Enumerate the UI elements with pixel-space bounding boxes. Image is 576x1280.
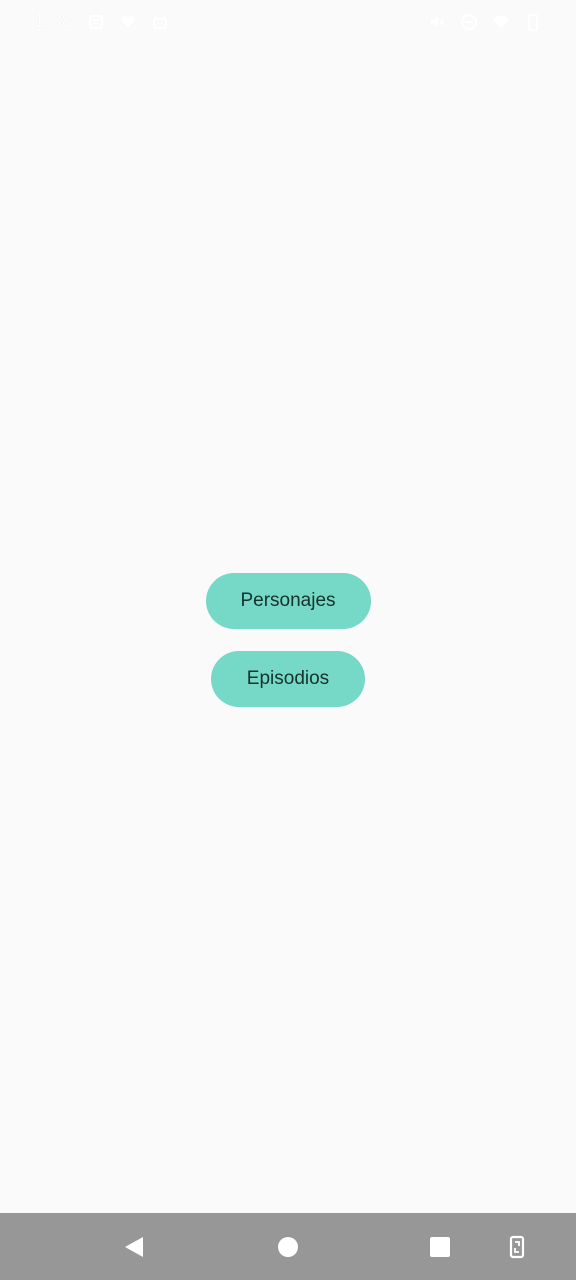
volume-off-icon — [428, 13, 446, 31]
navigation-bar — [0, 1213, 576, 1280]
back-button[interactable] — [104, 1213, 164, 1280]
battery-icon — [524, 13, 542, 31]
wifi-icon — [492, 13, 510, 31]
home-button[interactable] — [258, 1213, 318, 1280]
episodes-button[interactable]: Episodios — [211, 651, 365, 707]
rotate-icon — [508, 1234, 526, 1260]
main-button-group: Personajes Episodios — [0, 573, 576, 707]
recents-button[interactable] — [410, 1213, 470, 1280]
characters-button[interactable]: Personajes — [205, 573, 371, 629]
notification-icon — [87, 13, 105, 31]
status-time: 1:38 — [34, 11, 73, 32]
recents-icon — [429, 1236, 451, 1258]
status-left-group: 1:38 — [34, 11, 169, 33]
status-right-group — [428, 13, 542, 31]
back-icon — [123, 1235, 145, 1259]
heart-icon — [119, 13, 137, 31]
app-screen: 1:38 Personajes Episodios — [0, 0, 576, 1280]
status-bar: 1:38 — [0, 0, 576, 44]
home-icon — [277, 1236, 299, 1258]
rotate-button[interactable] — [487, 1213, 547, 1280]
do-not-disturb-icon — [460, 13, 478, 31]
android-icon — [151, 13, 169, 31]
